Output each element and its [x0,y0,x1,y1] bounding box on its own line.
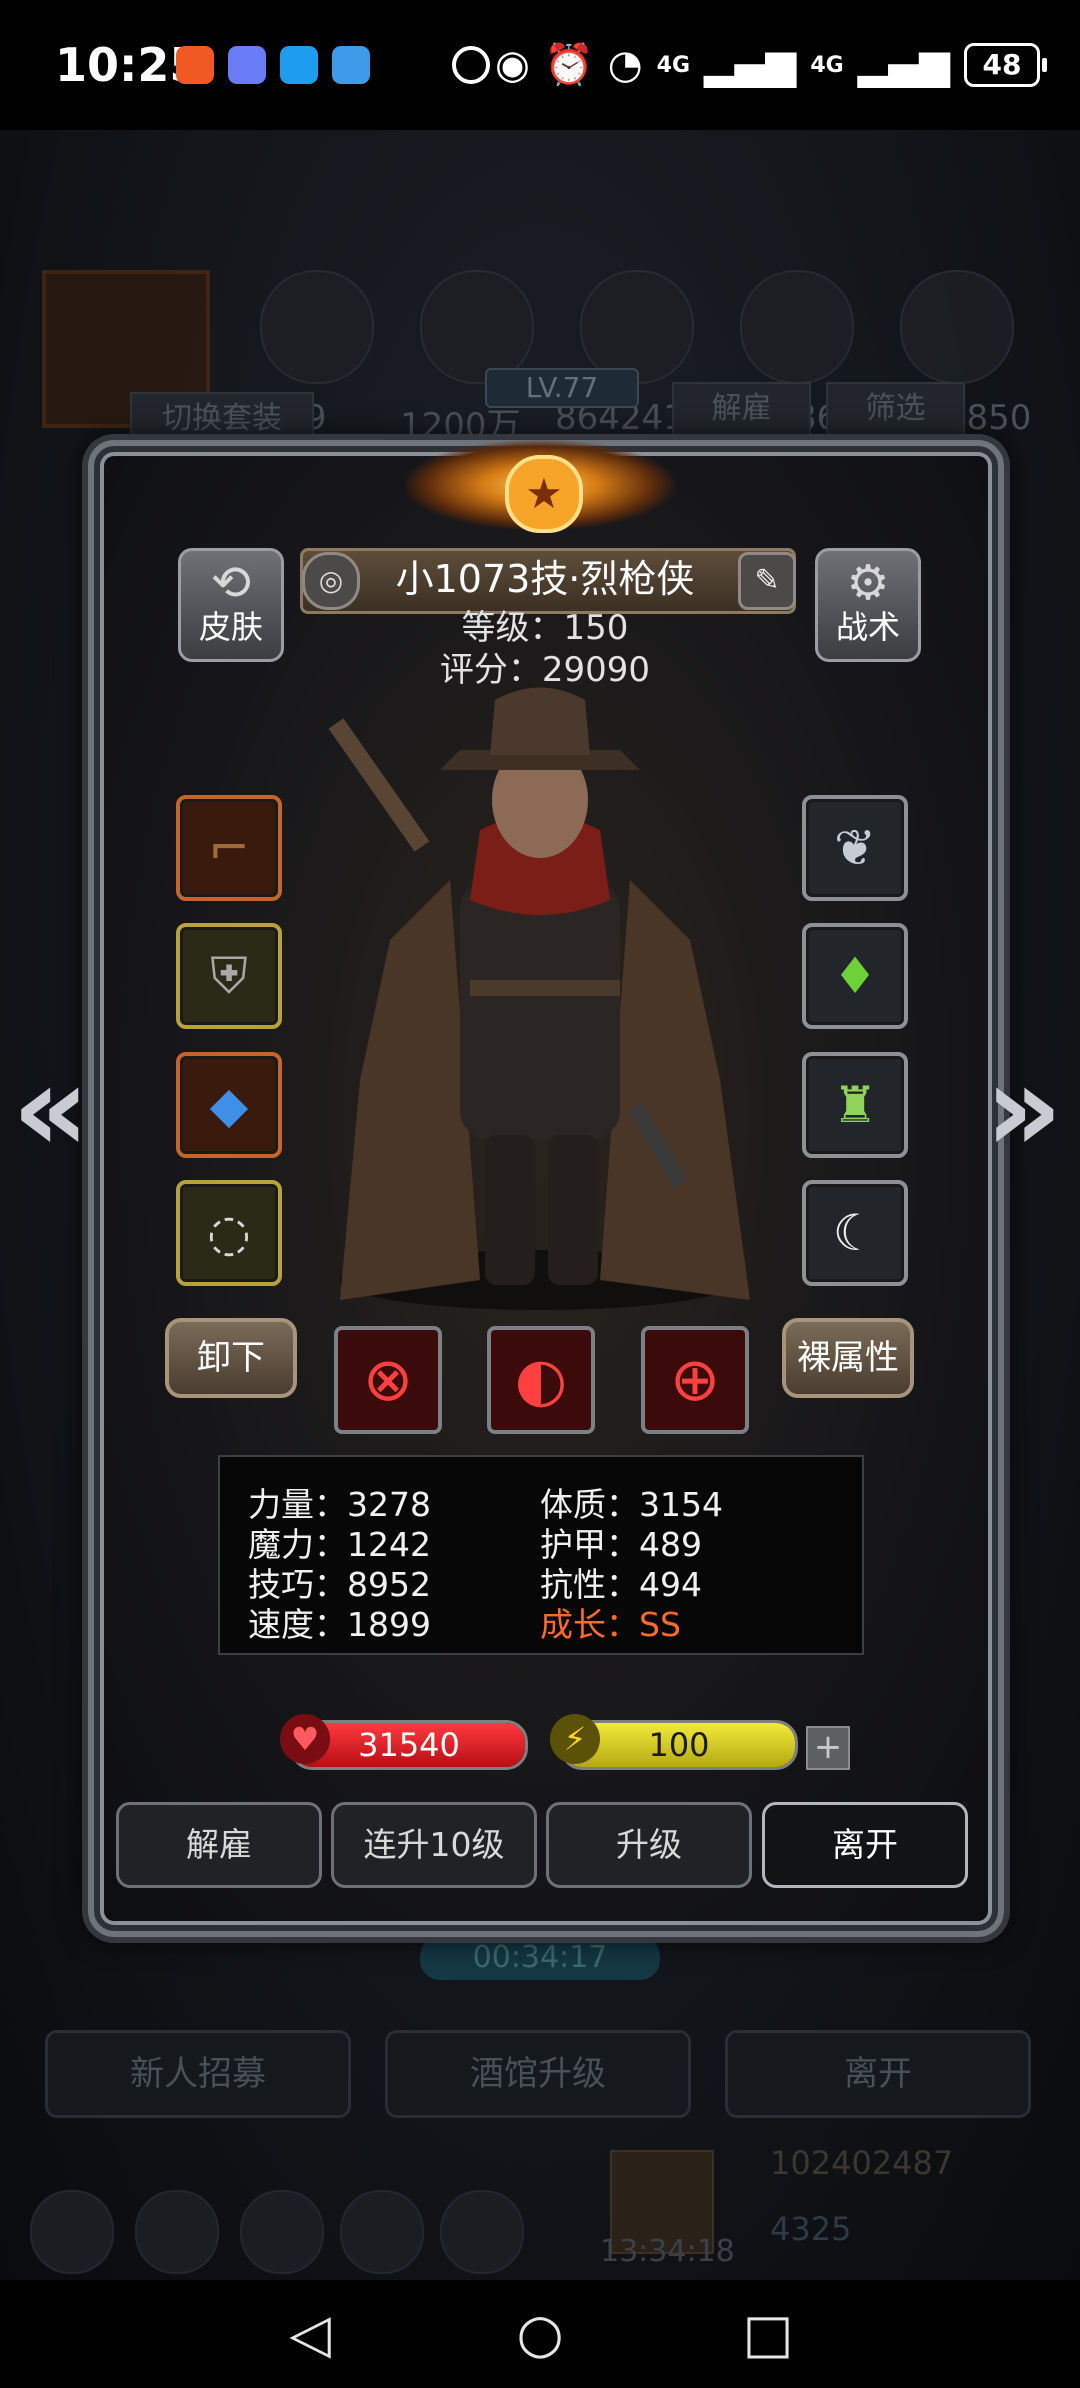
skin-shirt-icon: ⟲ [210,555,252,611]
currency-3-icon [580,270,694,384]
switch-suit-tab[interactable]: 切换套装 [130,392,314,446]
ring-slot[interactable]: ◌ [176,1180,282,1286]
hero-class-icon: ◎ [302,552,360,610]
heart-icon: ♥ [280,1714,330,1764]
signal-1-icon: ▂▄▆ [704,42,797,88]
hero-figure [328,687,750,1310]
skin-button[interactable]: ⟲ 皮肤 [178,548,284,662]
currency-4-icon [740,270,854,384]
music-notification-icon [228,46,266,84]
level-up-10-button[interactable]: 连升10级 [331,1802,537,1888]
previous-hero-chevron-icon[interactable]: « [12,1040,90,1179]
tactics-label: 战术 [835,608,900,646]
armor-slot[interactable]: ⛨ [176,923,282,1029]
add-energy-button[interactable]: + [806,1726,850,1770]
lantern-slot[interactable]: ♜ [802,1052,908,1158]
battery-icon: 48 [964,43,1047,87]
weapon-slot-pistol[interactable]: ⌐ [176,795,282,901]
tavern-upgrade-button[interactable]: 酒馆升级 [385,2030,691,2118]
pistol-icon: ⌐ [208,819,250,877]
app-notification-icon [176,46,214,84]
gem-value: 4325 [770,2210,852,2248]
bottom-menu-1-icon[interactable] [30,2190,114,2274]
eye-comfort-icon: ◉ [495,42,530,88]
bg-timer: 00:34:17 [420,1936,660,1980]
alarm-icon: ⏰ [543,42,594,88]
level-up-button[interactable]: 升级 [546,1802,752,1888]
skill-3-target-icon[interactable]: ⊕ [641,1326,749,1434]
bottom-menu-5-icon[interactable] [440,2190,524,2274]
status-bar: 10:25 ◉ ⏰ ◔ 4G ▂▄▆ 4G ▂▄▆ 48 [0,0,1080,130]
bottom-menu-3-icon[interactable] [240,2190,324,2274]
signal-2-label: 4G [810,52,844,78]
bg-clock: 13:34:18 [600,2234,735,2269]
dismiss-button[interactable]: 解雇 [116,1802,322,1888]
bg-dismiss-tab[interactable]: 解雇 [672,382,811,436]
tavern-level: LV.77 [485,368,639,408]
stat-growth: 成长：SS [540,1605,681,1644]
wifi-icon: ◔ [607,42,643,88]
potion-slot[interactable]: ♦ [802,923,908,1029]
currency-2-icon [420,270,534,384]
silver-wing-icon: ❦ [834,819,876,877]
bg-filter-tab[interactable]: 筛选 [826,382,965,436]
feather-slot[interactable]: ☾ [802,1180,908,1286]
tactics-button[interactable]: ⚙ 战术 [815,548,921,662]
signal-1-label: 4G [656,52,691,78]
search-notification-icon [280,46,318,84]
skill-2-swirl-icon[interactable]: ◐ [487,1326,595,1434]
back-nav-icon[interactable]: ◁ [280,2304,340,2364]
gear-icon: ⚙ [846,555,890,611]
base-attributes-button[interactable]: 裸属性 [782,1318,914,1398]
accessory-slot-wing[interactable]: ❦ [802,795,908,901]
gem-slot[interactable]: ◆ [176,1052,282,1158]
data-saver-icon [452,46,490,84]
weather-notification-icon [332,46,370,84]
currency-5-icon [900,270,1014,384]
unequip-button[interactable]: 卸下 [165,1318,297,1398]
bg-leave-button[interactable]: 离开 [725,2030,1031,2118]
feather-icon: ☾ [832,1204,878,1262]
lightning-icon: ⚡ [550,1714,600,1764]
green-crystal-icon: ♦ [832,947,878,1005]
rename-edit-icon[interactable]: ✎ [738,552,796,610]
lantern-icon: ♜ [832,1076,878,1134]
recruit-button[interactable]: 新人招募 [45,2030,351,2118]
leave-button[interactable]: 离开 [762,1802,968,1888]
bottom-menu-4-icon[interactable] [340,2190,424,2274]
next-hero-chevron-icon[interactable]: » [985,1040,1063,1179]
currency-1-icon [260,270,374,384]
skill-1-crosshair-icon[interactable]: ⊗ [334,1326,442,1434]
stat-speed: 速度：1899 [248,1605,431,1644]
signal-2-icon: ▂▄▆ [857,42,950,88]
skin-label: 皮肤 [198,608,263,646]
recents-nav-icon[interactable]: □ [738,2304,798,2364]
bottom-menu-2-icon[interactable] [135,2190,219,2274]
home-nav-icon[interactable]: ○ [510,2304,570,2364]
armor-icon: ⛨ [210,947,248,1005]
ring-icon: ◌ [207,1204,251,1262]
gold-value: 102402487 [770,2144,954,2182]
crest-star-icon: ★ [505,455,583,533]
gem-icon: ◆ [209,1076,249,1134]
